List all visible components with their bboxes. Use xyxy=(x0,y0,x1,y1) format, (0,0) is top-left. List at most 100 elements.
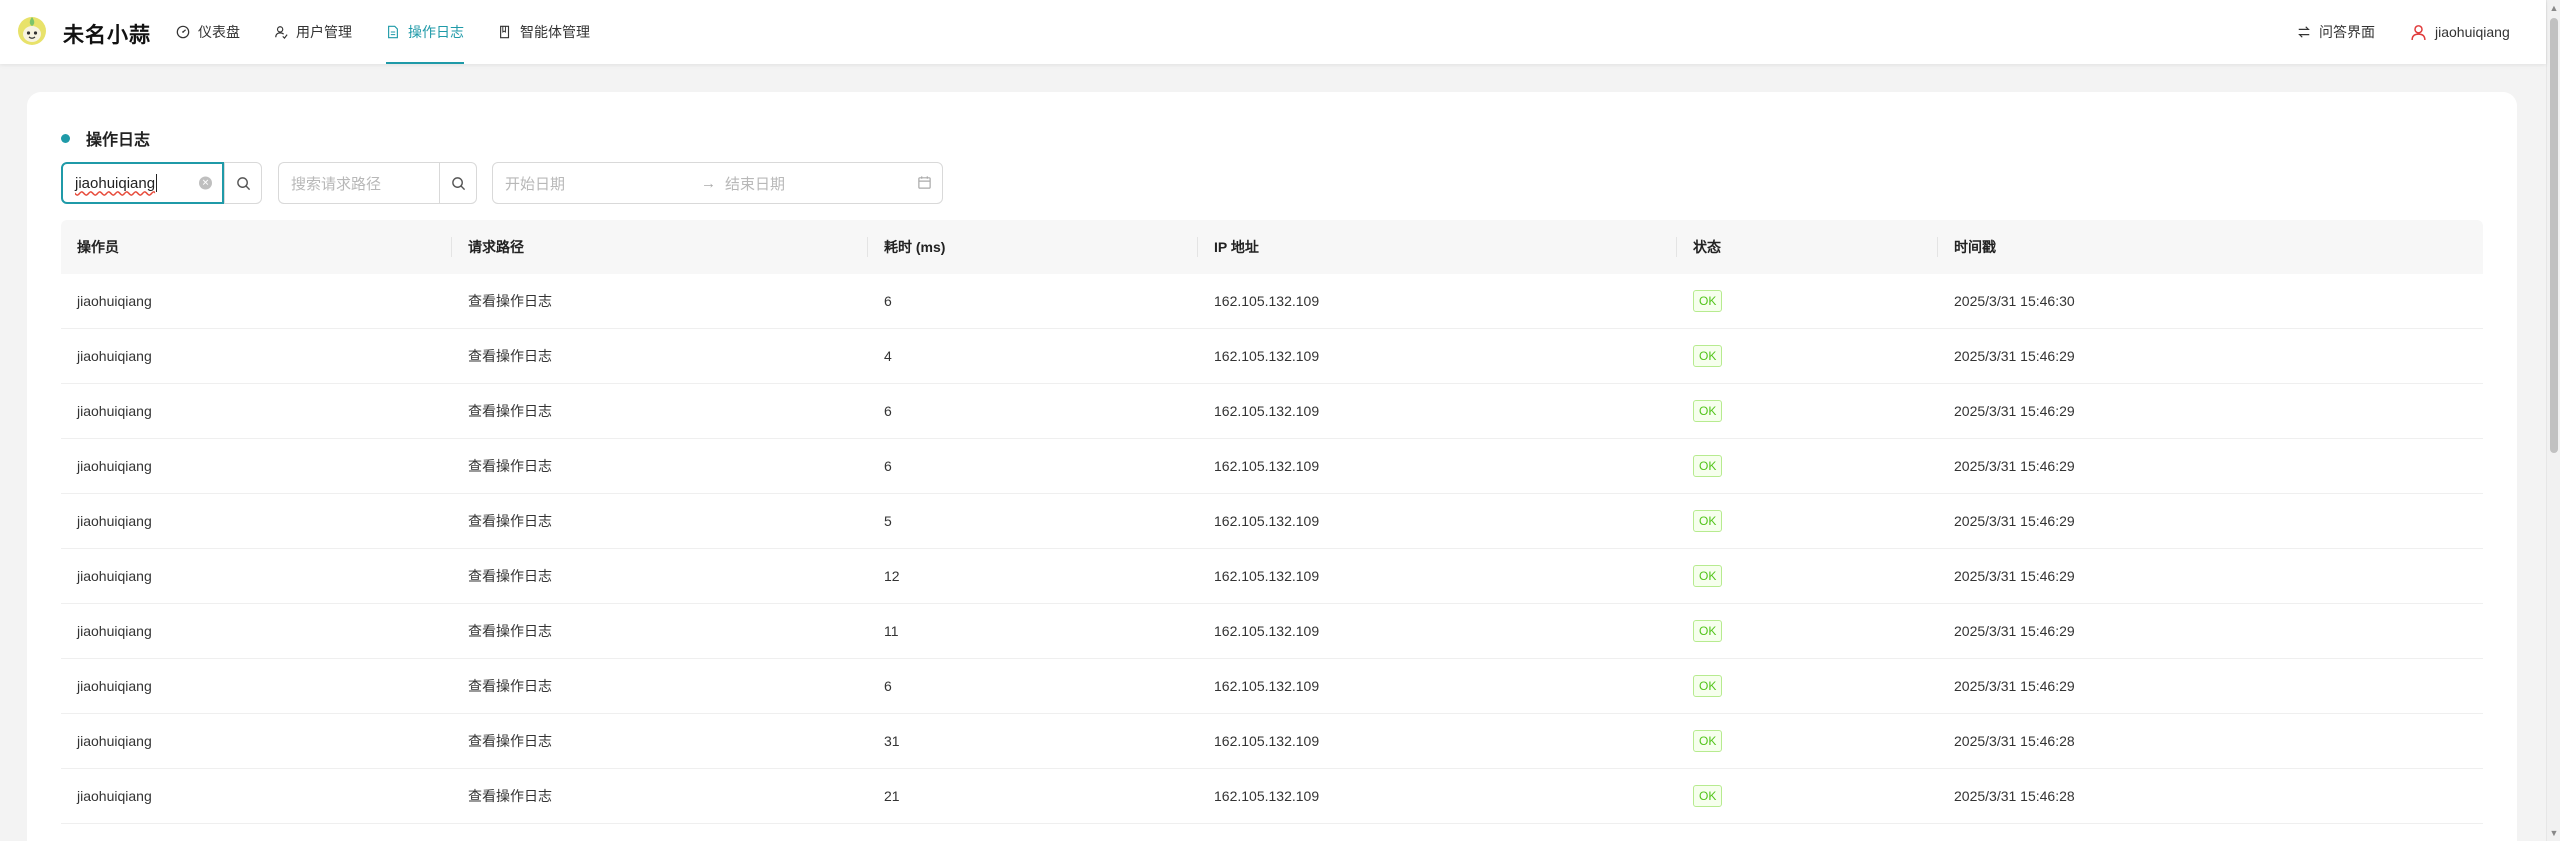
cell-operator: jiaohuiqiang xyxy=(77,678,152,694)
cell-duration: 21 xyxy=(884,788,900,804)
date-start-placeholder[interactable]: 开始日期 xyxy=(505,173,565,194)
cell-timestamp: 2025/3/31 15:46:28 xyxy=(1954,733,2075,749)
table-row[interactable]: jiaohuiqiang 查看操作日志 21 162.105.132.109 O… xyxy=(61,769,2483,824)
logo-icon[interactable] xyxy=(16,14,48,46)
cell-timestamp: 2025/3/31 15:46:30 xyxy=(1954,293,2075,309)
status-badge: OK xyxy=(1693,675,1723,697)
status-badge: OK xyxy=(1693,290,1723,312)
nav-dashboard-label: 仪表盘 xyxy=(198,24,240,40)
table-row[interactable]: jiaohuiqiang 查看操作日志 12 162.105.132.109 O… xyxy=(61,549,2483,604)
date-range-arrow: → xyxy=(701,174,716,192)
table-row[interactable]: jiaohuiqiang 查看操作日志 31 162.105.132.109 O… xyxy=(61,714,2483,769)
nav-agent-management[interactable]: 智能体管理 xyxy=(498,0,590,64)
cell-ip: 162.105.132.109 xyxy=(1214,733,1320,749)
scrollbar-thumb[interactable] xyxy=(2550,18,2558,453)
cell-timestamp: 2025/3/31 15:46:29 xyxy=(1954,513,2075,529)
cell-duration: 31 xyxy=(884,733,900,749)
cell-duration: 6 xyxy=(884,403,892,419)
cell-duration: 5 xyxy=(884,513,892,529)
text-caret xyxy=(156,174,158,192)
cell-duration: 6 xyxy=(884,293,892,309)
path-search-button[interactable] xyxy=(439,162,477,204)
cell-operator: jiaohuiqiang xyxy=(77,403,152,419)
user-manage-icon xyxy=(275,26,288,39)
calendar-icon xyxy=(918,176,931,189)
user-menu[interactable]: jiaohuiqiang xyxy=(2410,0,2510,64)
operation-log-table: 操作员 请求路径 耗时 (ms) IP 地址 状态 时间戳 jiaohuiqia… xyxy=(61,220,2483,824)
cell-timestamp: 2025/3/31 15:46:28 xyxy=(1954,788,2075,804)
cell-operator: jiaohuiqiang xyxy=(77,458,152,474)
cell-path: 查看操作日志 xyxy=(468,568,552,584)
cell-duration: 12 xyxy=(884,568,900,584)
cell-path: 查看操作日志 xyxy=(468,403,552,419)
cell-timestamp: 2025/3/31 15:46:29 xyxy=(1954,403,2075,419)
operator-search-group: jiaohuiqiang ✕ xyxy=(61,162,262,204)
cell-duration: 6 xyxy=(884,458,892,474)
nav-operation-log-label: 操作日志 xyxy=(408,24,464,40)
qa-interface-link[interactable]: 问答界面 xyxy=(2297,0,2375,64)
table-row[interactable]: jiaohuiqiang 查看操作日志 5 162.105.132.109 OK… xyxy=(61,494,2483,549)
clear-icon[interactable]: ✕ xyxy=(199,176,212,190)
column-divider xyxy=(867,237,868,257)
column-divider xyxy=(451,237,452,257)
nav-user-management-label: 用户管理 xyxy=(296,24,352,40)
title-dot-icon xyxy=(61,133,70,143)
top-navbar: 未名小蒜 仪表盘 用户管理 操作日志 智能体管理 问答界面 jiaohuiqia… xyxy=(0,0,2546,64)
date-range-picker[interactable]: 开始日期 → 结束日期 xyxy=(492,162,943,204)
cell-path: 查看操作日志 xyxy=(468,458,552,474)
scroll-down-arrow-icon[interactable]: ▼ xyxy=(2547,825,2560,841)
nav-operation-log[interactable]: 操作日志 xyxy=(386,0,464,64)
column-header-duration: 耗时 (ms) xyxy=(884,239,946,255)
cell-timestamp: 2025/3/31 15:46:29 xyxy=(1954,458,2075,474)
user-icon xyxy=(2411,24,2426,40)
cell-ip: 162.105.132.109 xyxy=(1214,403,1320,419)
table-row[interactable]: jiaohuiqiang 查看操作日志 6 162.105.132.109 OK… xyxy=(61,384,2483,439)
status-badge: OK xyxy=(1693,565,1723,587)
scroll-up-arrow-icon[interactable]: ▲ xyxy=(2547,0,2560,16)
swap-icon xyxy=(2298,26,2310,38)
cell-operator: jiaohuiqiang xyxy=(77,513,152,529)
cell-duration: 4 xyxy=(884,348,892,364)
table-header: 操作员 请求路径 耗时 (ms) IP 地址 状态 时间戳 xyxy=(61,220,2483,274)
path-search-placeholder: 搜索请求路径 xyxy=(291,175,382,193)
status-badge: OK xyxy=(1693,730,1723,752)
cell-operator: jiaohuiqiang xyxy=(77,623,152,639)
column-header-path: 请求路径 xyxy=(468,239,524,255)
cell-path: 查看操作日志 xyxy=(468,623,552,639)
operator-search-input[interactable]: jiaohuiqiang ✕ xyxy=(61,162,224,204)
search-icon xyxy=(236,176,250,190)
cell-timestamp: 2025/3/31 15:46:29 xyxy=(1954,623,2075,639)
cell-path: 查看操作日志 xyxy=(468,678,552,694)
path-search-input[interactable]: 搜索请求路径 xyxy=(278,162,439,204)
table-row[interactable]: jiaohuiqiang 查看操作日志 4 162.105.132.109 OK… xyxy=(61,329,2483,384)
cell-duration: 6 xyxy=(884,678,892,694)
cell-duration: 11 xyxy=(884,623,899,639)
brand-name[interactable]: 未名小蒜 xyxy=(63,19,151,49)
status-badge: OK xyxy=(1693,620,1723,642)
qa-interface-label: 问答界面 xyxy=(2319,24,2375,40)
column-divider xyxy=(1197,237,1198,257)
status-badge: OK xyxy=(1693,785,1723,807)
operation-log-card: 操作日志 jiaohuiqiang ✕ 搜索请求路径 开始日期 → 结束日期 操… xyxy=(27,92,2517,841)
nav-user-management[interactable]: 用户管理 xyxy=(274,0,352,64)
cell-path: 查看操作日志 xyxy=(468,733,552,749)
card-title: 操作日志 xyxy=(61,126,150,150)
cell-timestamp: 2025/3/31 15:46:29 xyxy=(1954,568,2075,584)
cell-path: 查看操作日志 xyxy=(468,348,552,364)
cell-timestamp: 2025/3/31 15:46:29 xyxy=(1954,348,2075,364)
table-row[interactable]: jiaohuiqiang 查看操作日志 6 162.105.132.109 OK… xyxy=(61,439,2483,494)
status-badge: OK xyxy=(1693,345,1723,367)
dashboard-icon xyxy=(176,25,190,39)
cell-timestamp: 2025/3/31 15:46:29 xyxy=(1954,678,2075,694)
cell-ip: 162.105.132.109 xyxy=(1214,348,1320,364)
status-badge: OK xyxy=(1693,510,1723,532)
cell-ip: 162.105.132.109 xyxy=(1214,293,1320,309)
table-row[interactable]: jiaohuiqiang 查看操作日志 6 162.105.132.109 OK… xyxy=(61,274,2483,329)
table-row[interactable]: jiaohuiqiang 查看操作日志 11 162.105.132.109 O… xyxy=(61,604,2483,659)
cell-ip: 162.105.132.109 xyxy=(1214,513,1320,529)
operator-search-button[interactable] xyxy=(224,162,262,204)
table-row[interactable]: jiaohuiqiang 查看操作日志 6 162.105.132.109 OK… xyxy=(61,659,2483,714)
nav-dashboard[interactable]: 仪表盘 xyxy=(176,0,240,64)
page-scrollbar[interactable]: ▲ ▼ xyxy=(2546,0,2560,841)
date-end-placeholder[interactable]: 结束日期 xyxy=(725,173,785,194)
